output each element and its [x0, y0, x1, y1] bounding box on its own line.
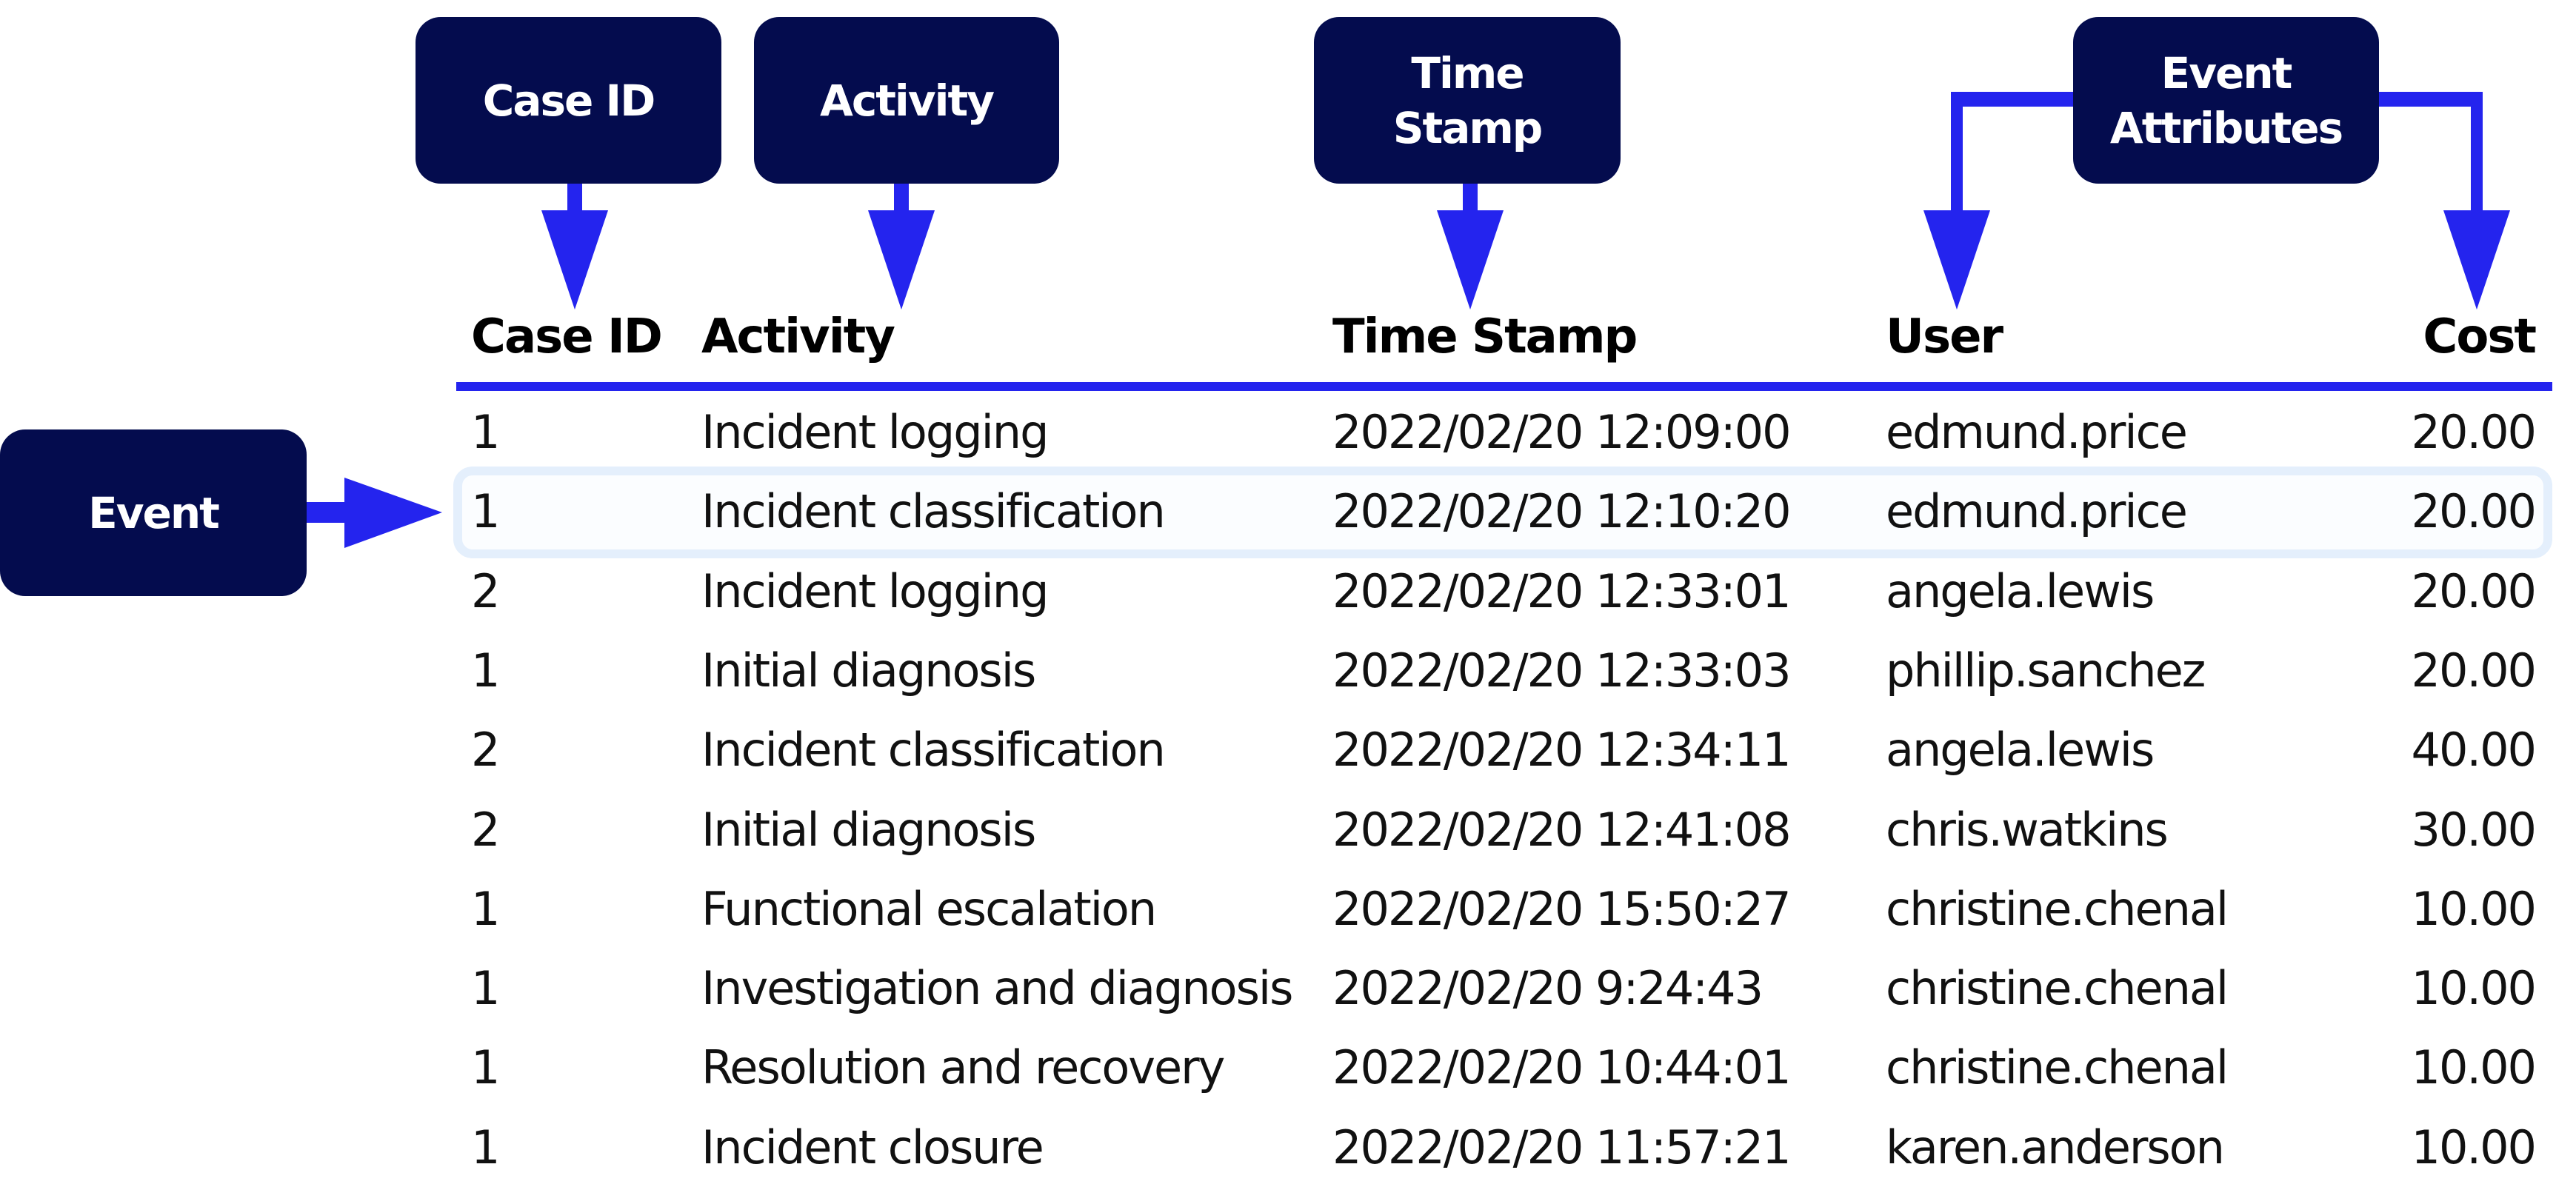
cell-user: christine.chenal: [1886, 1040, 2229, 1095]
table-row: 1 Functional escalation 2022/02/20 15:50:2…: [0, 869, 2576, 949]
cell-time-stamp: 2022/02/20 12:09:00: [1332, 405, 1792, 459]
cell-case-id: 2: [471, 802, 500, 857]
cell-time-stamp: 2022/02/20 10:44:01: [1332, 1040, 1792, 1095]
callout-case-id-label: Case ID: [482, 75, 655, 126]
cell-cost: 20.00: [2411, 643, 2537, 698]
header-activity: Activity: [701, 310, 895, 364]
cell-cost: 20.00: [2411, 484, 2537, 539]
cell-activity: Incident classification: [701, 723, 1166, 778]
case-id-arrow-icon: [541, 184, 608, 310]
cell-user: chris.watkins: [1886, 802, 2169, 857]
cell-activity: Initial diagnosis: [701, 802, 1036, 857]
cell-time-stamp: 2022/02/20 9:24:43: [1332, 961, 1764, 1016]
table-row: 1 Initial diagnosis 2022/02/20 12:33:03 phi…: [0, 631, 2576, 710]
header-cost: Cost: [2423, 310, 2537, 364]
cell-cost: 40.00: [2411, 723, 2537, 778]
cell-activity: Investigation and diagnosis: [701, 961, 1293, 1016]
table-row-highlighted: 1 Incident classification 2022/02/20 12:10…: [0, 472, 2576, 551]
cell-case-id: 2: [471, 564, 500, 618]
header-user: User: [1886, 310, 2003, 364]
table-row: 2 Initial diagnosis 2022/02/20 12:41:08 chr…: [0, 790, 2576, 869]
table-row: 1 Incident closure 2022/02/20 11:57:21 kare…: [0, 1108, 2576, 1187]
cell-user: edmund.price: [1886, 405, 2188, 459]
cell-activity: Incident logging: [701, 405, 1049, 459]
cell-case-id: 1: [471, 484, 500, 539]
cell-cost: 20.00: [2411, 405, 2537, 459]
cell-case-id: 1: [471, 961, 500, 1016]
cell-user: christine.chenal: [1886, 881, 2229, 936]
cell-activity: Incident logging: [701, 564, 1049, 618]
cell-user: karen.anderson: [1886, 1120, 2225, 1174]
cell-case-id: 1: [471, 1120, 500, 1174]
cell-case-id: 2: [471, 723, 500, 778]
cell-cost: 20.00: [2411, 564, 2537, 618]
callout-case-id: Case ID: [416, 17, 721, 184]
cell-time-stamp: 2022/02/20 12:10:20: [1332, 484, 1792, 539]
user-arrow-icon: [1923, 92, 2075, 310]
header-divider: [456, 382, 2552, 391]
callout-time-stamp-line1: Time: [1411, 47, 1524, 98]
activity-arrow-icon: [868, 184, 935, 310]
table-row: 2 Incident logging 2022/02/20 12:33:01 ange…: [0, 552, 2576, 631]
cell-activity: Incident closure: [701, 1120, 1044, 1174]
table-row: 1 Investigation and diagnosis 2022/02/20 9…: [0, 949, 2576, 1028]
cell-case-id: 1: [471, 881, 500, 936]
cell-cost: 30.00: [2411, 802, 2537, 857]
cost-arrow-icon: [2378, 92, 2510, 310]
cell-cost: 10.00: [2411, 881, 2537, 936]
cell-activity: Resolution and recovery: [701, 1040, 1225, 1095]
cell-cost: 10.00: [2411, 961, 2537, 1016]
cell-user: christine.chenal: [1886, 961, 2229, 1016]
cell-user: angela.lewis: [1886, 564, 2155, 618]
cell-activity: Functional escalation: [701, 881, 1157, 936]
table-row: 1 Resolution and recovery 2022/02/20 10:44…: [0, 1028, 2576, 1107]
cell-activity: Incident classification: [701, 484, 1166, 539]
table-row: 2 Incident classification 2022/02/20 12:34…: [0, 710, 2576, 789]
callout-time-stamp: Time Stamp: [1314, 17, 1621, 184]
time-stamp-arrow-icon: [1437, 184, 1504, 310]
cell-user: phillip.sanchez: [1886, 643, 2206, 698]
cell-case-id: 1: [471, 405, 500, 459]
cell-time-stamp: 2022/02/20 12:34:11: [1332, 723, 1792, 778]
cell-time-stamp: 2022/02/20 15:50:27: [1332, 881, 1792, 936]
header-case-id: Case ID: [471, 310, 663, 364]
cell-user: angela.lewis: [1886, 723, 2155, 778]
cell-time-stamp: 2022/02/20 12:41:08: [1332, 802, 1792, 857]
cell-user: edmund.price: [1886, 484, 2188, 539]
table-row: 1 Incident logging 2022/02/20 12:09:00 edmu…: [0, 392, 2576, 472]
cell-time-stamp: 2022/02/20 12:33:01: [1332, 564, 1792, 618]
callout-event-attributes: Event Attributes: [2073, 17, 2379, 184]
callout-event-attributes-line2: Attributes: [2109, 102, 2343, 153]
cell-time-stamp: 2022/02/20 12:33:03: [1332, 643, 1792, 698]
callout-event-attributes-line1: Event: [2160, 47, 2293, 98]
callout-time-stamp-line2: Stamp: [1392, 102, 1544, 153]
cell-cost: 10.00: [2411, 1120, 2537, 1174]
cell-time-stamp: 2022/02/20 11:57:21: [1332, 1120, 1792, 1174]
callout-activity: Activity: [754, 17, 1059, 184]
callout-activity-label: Activity: [819, 75, 995, 126]
header-time-stamp: Time Stamp: [1332, 310, 1638, 364]
cell-activity: Initial diagnosis: [701, 643, 1036, 698]
cell-cost: 10.00: [2411, 1040, 2537, 1095]
cell-case-id: 1: [471, 1040, 500, 1095]
cell-case-id: 1: [471, 643, 500, 698]
